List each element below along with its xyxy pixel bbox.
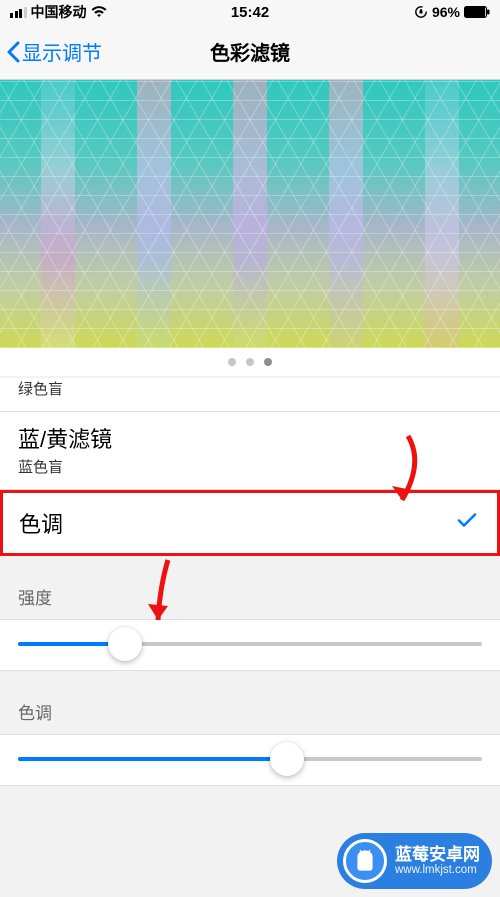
wifi-icon [91, 6, 107, 18]
battery-icon [464, 6, 490, 18]
status-bar: 中国移动 15:42 96% [0, 0, 500, 24]
intensity-label: 强度 [0, 556, 500, 619]
intensity-slider-cell [0, 619, 500, 671]
status-right: 96% [414, 4, 490, 20]
status-left: 中国移动 [10, 2, 107, 22]
watermark-title: 蓝莓安卓网 [395, 845, 480, 865]
page-dot [246, 358, 254, 366]
page-indicator[interactable] [0, 348, 500, 376]
color-preview[interactable] [0, 80, 500, 348]
intensity-slider[interactable] [18, 642, 482, 646]
nav-bar: 显示调节 色彩滤镜 [0, 24, 500, 80]
watermark-url: www.lmkjst.com [395, 864, 480, 877]
option-sub: 绿色盲 [18, 378, 482, 399]
back-label: 显示调节 [22, 37, 102, 66]
slider-thumb[interactable] [270, 742, 304, 776]
watermark-text: 蓝莓安卓网 www.lmkjst.com [395, 845, 480, 878]
filter-option-green[interactable]: 绿色盲 [0, 378, 500, 412]
hue-slider[interactable] [18, 757, 482, 761]
back-button[interactable]: 显示调节 [6, 37, 102, 66]
signal-icon [10, 7, 27, 18]
filter-option-tint[interactable]: 色调 [0, 490, 500, 556]
carrier-label: 中国移动 [31, 2, 87, 22]
option-title: 蓝/黄滤镜 [18, 422, 482, 454]
watermark: 蓝莓安卓网 www.lmkjst.com [337, 833, 492, 889]
clock: 15:42 [231, 4, 269, 21]
option-sub: 蓝色盲 [18, 456, 482, 477]
filter-option-blue-yellow[interactable]: 蓝/黄滤镜 蓝色盲 [0, 412, 500, 490]
rotation-lock-icon [414, 5, 428, 19]
option-title: 色调 [19, 507, 481, 539]
slider-thumb[interactable] [108, 627, 142, 661]
filter-list: 绿色盲 蓝/黄滤镜 蓝色盲 色调 [0, 378, 500, 556]
hue-label: 色调 [0, 671, 500, 734]
hex-pattern [0, 80, 500, 348]
page-dot-active [264, 358, 272, 366]
page-title: 色彩滤镜 [210, 37, 290, 66]
battery-percent: 96% [432, 4, 460, 20]
hue-slider-cell [0, 734, 500, 786]
check-icon [457, 513, 477, 534]
android-icon [343, 839, 387, 883]
slider-fill [18, 757, 287, 761]
page-dot [228, 358, 236, 366]
